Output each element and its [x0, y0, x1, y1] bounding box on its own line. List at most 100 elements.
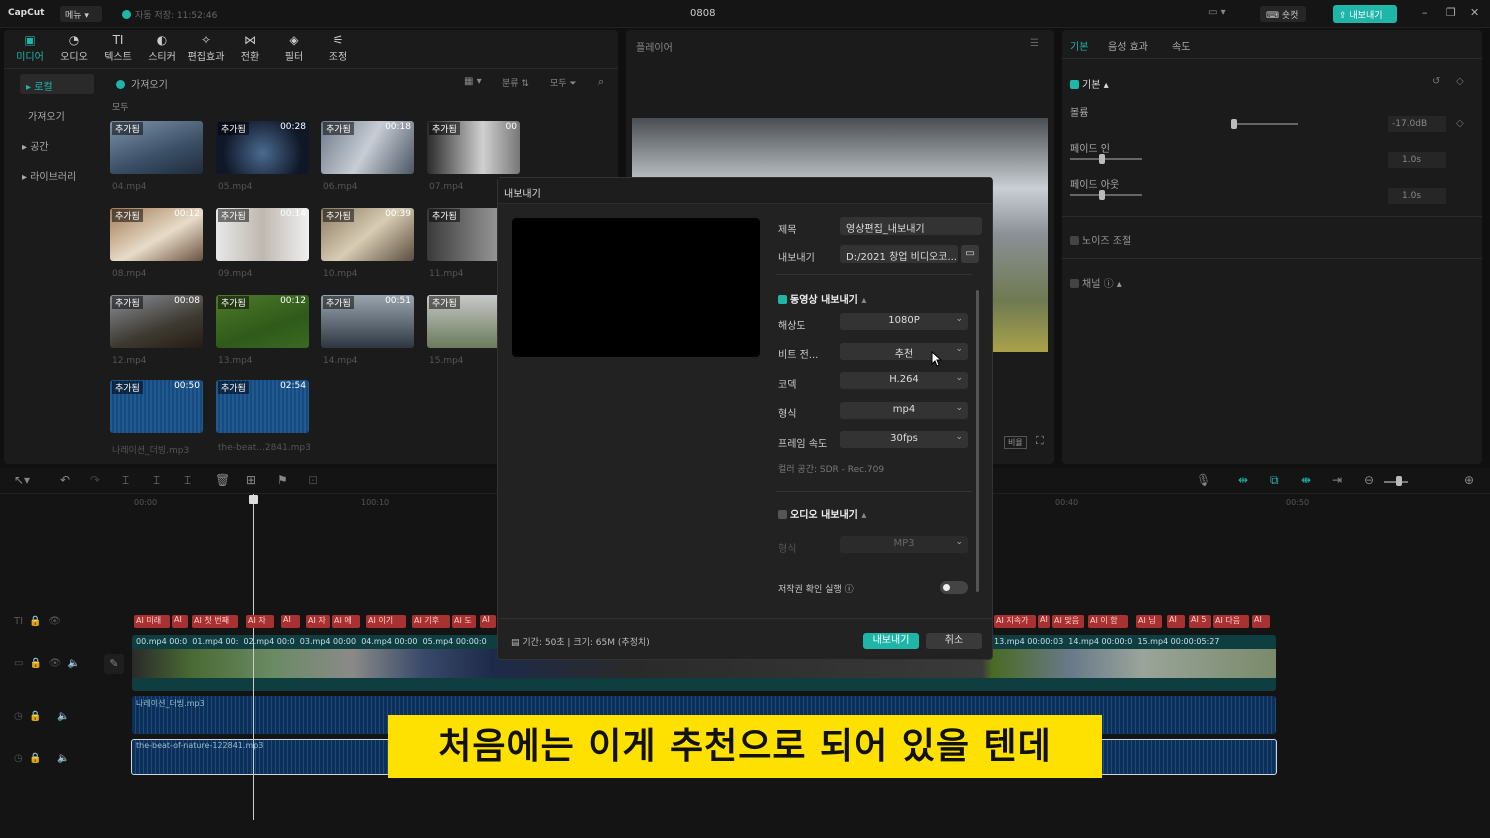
undo-icon[interactable]: ↶: [60, 473, 70, 487]
keyframe-icon[interactable]: ◇: [1456, 118, 1464, 129]
media-thumb[interactable]: 추가됨 00:18: [321, 121, 414, 174]
tab-adjust[interactable]: ⚟ 조정: [318, 32, 358, 63]
media-thumb[interactable]: 추가됨: [110, 121, 203, 174]
audio-thumb[interactable]: 추가됨 00:50: [110, 380, 203, 433]
media-thumb[interactable]: 추가됨: [427, 295, 501, 348]
fade-out-slider[interactable]: [1070, 194, 1142, 196]
text-clip[interactable]: AI: [1252, 615, 1270, 628]
text-clip[interactable]: AI 이 함: [1088, 615, 1128, 628]
select-tool-icon[interactable]: ↖▾: [14, 473, 30, 487]
bitrate-select[interactable]: 추천 ⌄: [840, 343, 968, 360]
keyframe-icon[interactable]: ◇: [1456, 76, 1464, 87]
text-clip[interactable]: AI 도: [452, 615, 476, 628]
video-export-section[interactable]: 동영상 내보내기 ▴: [778, 291, 866, 306]
text-clip[interactable]: AI 5: [1189, 615, 1211, 628]
shortcut-button[interactable]: ⌨ 숏컷: [1260, 6, 1306, 22]
zoom-slider-handle[interactable]: [1396, 476, 1402, 486]
volume-input[interactable]: -17.0dB: [1388, 116, 1446, 132]
text-clip[interactable]: AI: [1038, 615, 1050, 628]
channel-toggle[interactable]: 채널 ⓘ ▴: [1070, 275, 1122, 290]
zoom-in-icon[interactable]: ⊕: [1464, 473, 1474, 487]
media-thumb[interactable]: 추가됨: [427, 208, 501, 261]
tab-effects[interactable]: ✧ 편집효과: [186, 32, 226, 63]
redo-icon[interactable]: ↷: [90, 473, 100, 487]
resolution-select[interactable]: 1080P ⌄: [840, 313, 968, 330]
maximize-icon[interactable]: ❐: [1446, 6, 1456, 19]
noise-reduction-toggle[interactable]: 노이즈 조절: [1070, 232, 1131, 247]
sort-button[interactable]: 분류 ⇅: [502, 76, 529, 89]
cover-edit-icon[interactable]: ✎: [104, 654, 124, 674]
dialog-scrollbar[interactable]: [976, 290, 979, 592]
tab-sticker[interactable]: ◐ 스티커: [142, 32, 182, 63]
export-button[interactable]: 내보내기: [863, 633, 919, 649]
export-top-button[interactable]: ⇪ 내보내기: [1333, 5, 1397, 23]
text-clip[interactable]: AI 지속가: [994, 615, 1036, 628]
copyright-toggle[interactable]: [940, 581, 968, 594]
media-thumb[interactable]: 추가됨 00:51: [321, 295, 414, 348]
minimize-icon[interactable]: –: [1422, 6, 1428, 19]
split-right-icon[interactable]: ⌶: [184, 473, 191, 488]
split-left-icon[interactable]: ⌶: [153, 473, 160, 488]
view-toggle-icon[interactable]: ▦ ▾: [464, 76, 482, 87]
text-clip[interactable]: AI: [480, 615, 496, 628]
tab-speed[interactable]: 속도: [1172, 38, 1190, 53]
format-select[interactable]: mp4 ⌄: [840, 402, 968, 419]
search-icon[interactable]: ⌕: [598, 75, 604, 89]
text-clip[interactable]: AI 첫 번째: [192, 615, 238, 628]
text-clip[interactable]: AI: [172, 615, 188, 628]
volume-slider[interactable]: [1234, 123, 1298, 125]
ratio-button[interactable]: 비율: [1004, 436, 1027, 449]
playhead[interactable]: [253, 494, 254, 820]
layout-icon[interactable]: ▭ ▾: [1208, 7, 1234, 21]
tab-transition[interactable]: ⋈ 전환: [230, 32, 270, 63]
main-track-icon[interactable]: ⇹: [1238, 473, 1248, 487]
fullscreen-icon[interactable]: ⛶: [1036, 434, 1044, 448]
fade-in-slider[interactable]: [1070, 158, 1142, 160]
frame-rate-select[interactable]: 30fps ⌄: [840, 431, 968, 448]
filter-button[interactable]: 모두 ⏷: [550, 76, 577, 89]
scrollbar-thumb[interactable]: [976, 290, 979, 592]
playhead-handle[interactable]: [249, 495, 258, 504]
link-icon[interactable]: ⇼: [1301, 473, 1311, 487]
marker-icon[interactable]: ⚑: [277, 473, 288, 487]
delete-icon[interactable]: 🗑: [215, 473, 230, 487]
text-clip[interactable]: AI 에: [332, 615, 360, 628]
text-clip[interactable]: AI: [281, 615, 300, 628]
media-thumb[interactable]: 추가됨 00:12: [216, 295, 309, 348]
sidebar-item-space[interactable]: ▸ 공간: [22, 138, 49, 153]
codec-select[interactable]: H.264 ⌄: [840, 372, 968, 389]
tab-text[interactable]: TI 텍스트: [98, 32, 138, 63]
tab-basic[interactable]: 기본: [1070, 38, 1088, 53]
audio-export-checkbox[interactable]: [778, 510, 787, 519]
sidebar-item-local[interactable]: ▸ 로컬: [20, 74, 94, 94]
snap-icon[interactable]: ⧉: [1270, 473, 1279, 488]
text-clip[interactable]: AI 다음: [1213, 615, 1249, 628]
text-clip[interactable]: AI: [1167, 615, 1185, 628]
text-clip[interactable]: AI 기후: [412, 615, 450, 628]
fade-out-input[interactable]: 1.0s: [1388, 188, 1446, 204]
tab-filter[interactable]: ◈ 필터: [274, 32, 314, 63]
audio-export-section[interactable]: 오디오 내보내기 ▴: [778, 506, 866, 521]
fade-in-input[interactable]: 1.0s: [1388, 152, 1446, 168]
media-thumb[interactable]: 추가됨 00:08: [110, 295, 203, 348]
tab-voice-effect[interactable]: 음성 효과: [1108, 38, 1148, 53]
text-clip[interactable]: AI 님: [1136, 615, 1162, 628]
cancel-button[interactable]: 취소: [926, 633, 982, 649]
audio-thumb[interactable]: 추가됨 02:54: [216, 380, 309, 433]
sidebar-item-library[interactable]: ▸ 라이브러리: [22, 168, 76, 183]
media-thumb[interactable]: 추가됨 00:14: [216, 208, 309, 261]
import-button[interactable]: 가져오기: [116, 76, 168, 91]
export-path-input[interactable]: D:/2021 창업 비디오코...: [840, 245, 958, 263]
media-thumb[interactable]: 추가됨 00:12: [110, 208, 203, 261]
freeze-icon[interactable]: ⊞: [246, 473, 256, 487]
text-clip[interactable]: AI 이기: [366, 615, 406, 628]
player-menu-icon[interactable]: ☰: [1030, 38, 1039, 49]
fade-in-handle[interactable]: [1099, 154, 1105, 164]
title-input[interactable]: 영상편집_내보내기: [840, 217, 982, 235]
text-clip[interactable]: AI 자: [306, 615, 330, 628]
tab-media[interactable]: ▣ 미디어: [10, 32, 50, 63]
media-thumb[interactable]: 추가됨 00:28: [216, 121, 309, 174]
reset-icon[interactable]: ↺: [1432, 76, 1440, 87]
media-thumb[interactable]: 추가됨 00: [427, 121, 520, 174]
crop-icon[interactable]: ⊡: [308, 473, 318, 487]
